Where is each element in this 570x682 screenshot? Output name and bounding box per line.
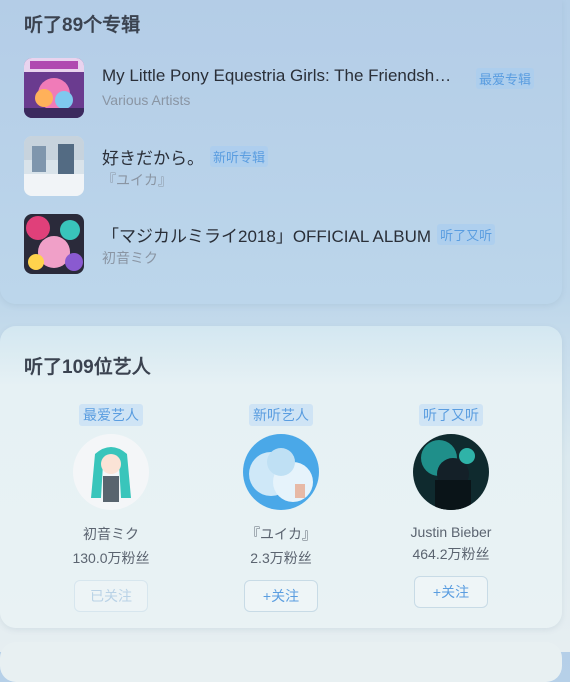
artist-item[interactable]: 最爱艺人 初音ミク 130.0万粉丝 已关注 (41, 404, 181, 612)
follow-button[interactable]: +关注 (414, 576, 488, 608)
album-artist: 初音ミク (102, 250, 158, 266)
album-row[interactable]: My Little Pony Equestria Girls: The Frie… (24, 58, 544, 118)
artist-avatar[interactable] (73, 434, 149, 510)
albums-card: 听了89个专辑 My Little Pony Equestria Girls: … (0, 0, 562, 304)
album-row[interactable]: 好きだから。 新听专辑 『ユイカ』 (24, 136, 544, 196)
follow-button[interactable]: +关注 (244, 580, 318, 612)
album-row[interactable]: 「マジカルミライ2018」OFFICIAL ALBUM 听了又听 初音ミク (24, 214, 544, 274)
artist-item[interactable]: 新听艺人 『ユイカ』 2.3万粉丝 +关注 (211, 404, 351, 612)
artist-avatar[interactable] (413, 434, 489, 510)
artist-name: 『ユイカ』 (246, 526, 316, 542)
album-artist: 『ユイカ』 (102, 172, 172, 188)
albums-section-title: 听了89个专辑 (24, 15, 141, 36)
album-tag: 听了又听 (437, 224, 496, 245)
album-tag: 最爱专辑 (476, 68, 535, 89)
album-title: My Little Pony Equestria Girls: The Frie… (102, 66, 452, 85)
artist-name: Justin Bieber (410, 524, 492, 540)
album-title: 好きだから。 (102, 149, 204, 168)
album-cover (24, 58, 84, 118)
artists-section-title: 听了109位艺人 (24, 357, 151, 378)
artist-item[interactable]: 听了又听 Justin Bieber 464.2万粉丝 +关注 (381, 404, 521, 608)
artist-avatar[interactable] (243, 434, 319, 510)
artist-fans: 130.0万粉丝 (72, 550, 150, 566)
album-cover (24, 214, 84, 274)
followed-button[interactable]: 已关注 (74, 580, 148, 612)
artist-tag: 新听艺人 (249, 404, 313, 426)
artist-tag: 最爱艺人 (79, 404, 143, 426)
next-card (0, 642, 562, 682)
album-title: 「マジカルミライ2018」OFFICIAL ALBUM (102, 227, 432, 246)
album-tag: 新听专辑 (210, 146, 269, 167)
album-cover (24, 136, 84, 196)
artist-tag: 听了又听 (419, 404, 483, 426)
artist-fans: 2.3万粉丝 (250, 550, 312, 566)
album-artist: Various Artists (102, 92, 191, 108)
artist-fans: 464.2万粉丝 (412, 546, 490, 562)
artist-name: 初音ミク (83, 526, 139, 542)
